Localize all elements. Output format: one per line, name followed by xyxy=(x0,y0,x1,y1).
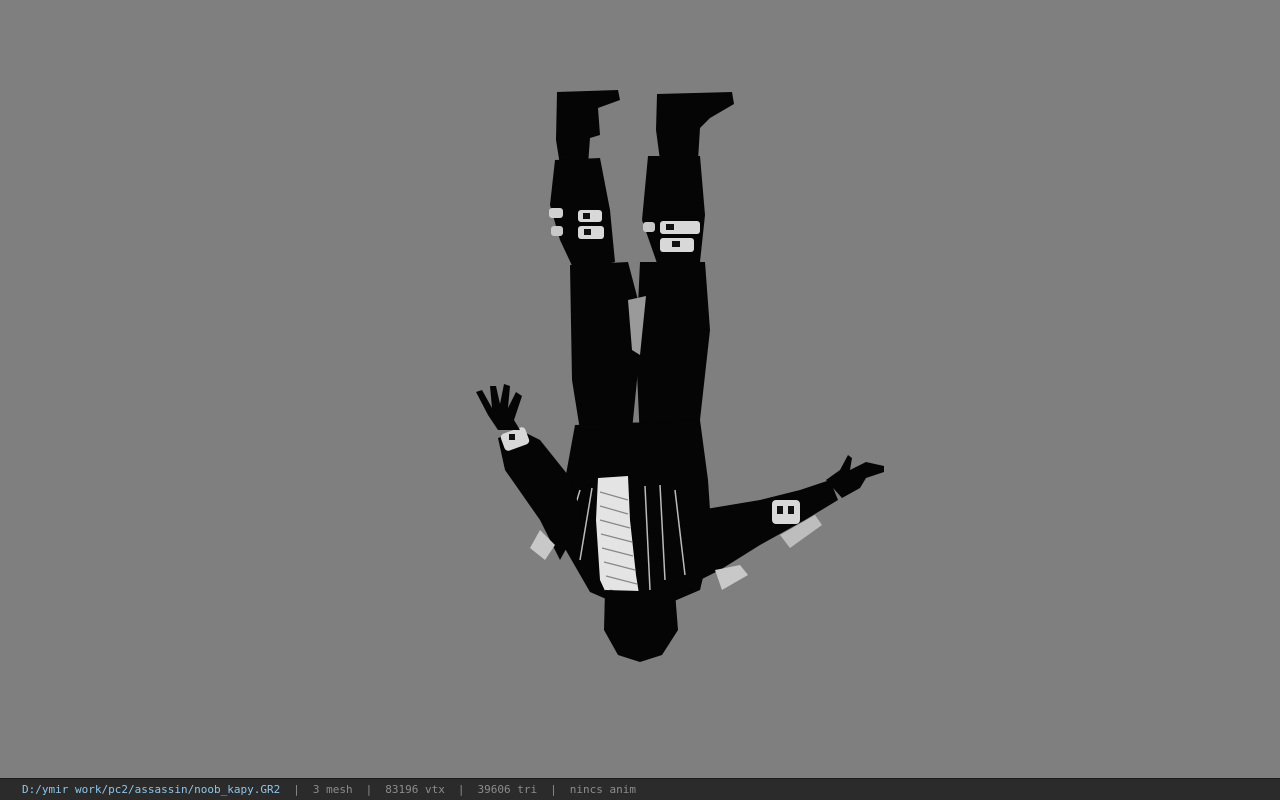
animation-status: nincs anim xyxy=(569,783,636,796)
right-upper-leg xyxy=(636,262,710,440)
left-boot xyxy=(556,90,620,165)
separator: | xyxy=(550,783,557,796)
file-path: D:/ymir work/pc2/assassin/noob_kapy.GR2 xyxy=(22,783,281,796)
mesh-count: 3 mesh xyxy=(312,783,353,796)
head xyxy=(604,590,678,662)
right-arm-strap xyxy=(772,500,800,524)
character-model-icon[interactable] xyxy=(0,0,1280,778)
character-model xyxy=(476,90,884,662)
right-boot xyxy=(656,92,734,160)
right-arm xyxy=(700,480,838,580)
triangle-count: 39606 tri xyxy=(477,783,538,796)
right-hand xyxy=(826,455,884,498)
separator: | xyxy=(457,783,465,796)
left-hand xyxy=(476,384,522,430)
status-bar: D:/ymir work/pc2/assassin/noob_kapy.GR2 … xyxy=(0,778,1280,800)
vertex-count: 83196 vtx xyxy=(385,783,445,796)
separator: | xyxy=(293,783,300,796)
left-upper-leg xyxy=(570,262,640,430)
3d-viewport[interactable] xyxy=(0,0,1280,778)
separator: | xyxy=(365,783,373,796)
